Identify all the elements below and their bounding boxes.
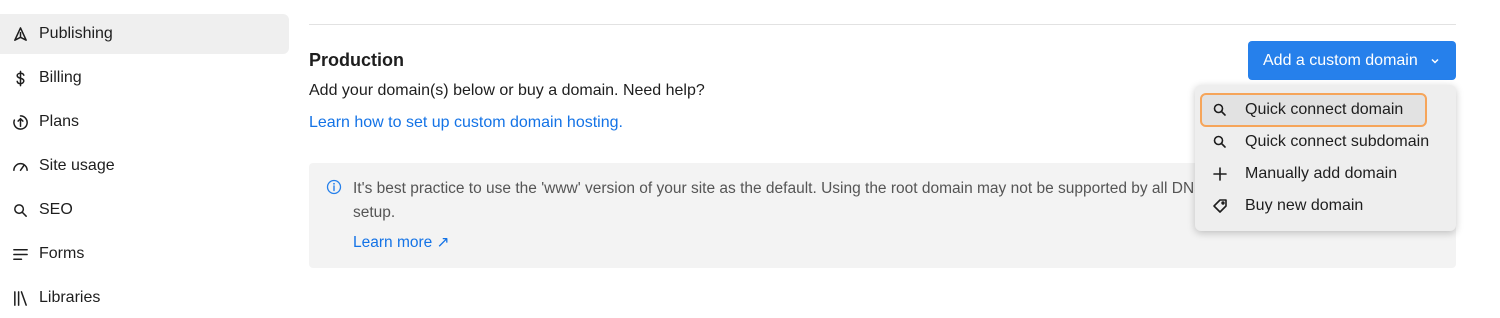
custom-domain-dropdown: Quick connect domain Quick connect subdo… [1195, 85, 1456, 231]
menu-item-quick-connect-domain[interactable]: Quick connect domain [1200, 93, 1427, 127]
custom-domain-help-link[interactable]: Learn how to set up custom domain hostin… [309, 114, 623, 132]
sidebar-item-label: Plans [39, 113, 80, 130]
search-icon [11, 201, 29, 219]
sidebar-item-label: Site usage [39, 157, 115, 174]
info-icon [326, 179, 342, 195]
plans-icon [11, 113, 29, 131]
forms-icon [11, 245, 29, 263]
sidebar-item-label: SEO [39, 201, 73, 218]
production-description: Add your domain(s) below or buy a domain… [309, 82, 705, 99]
chevron-down-icon [1430, 56, 1440, 66]
menu-item-label: Buy new domain [1245, 197, 1364, 214]
gauge-icon [11, 157, 29, 175]
menu-item-label: Quick connect subdomain [1245, 133, 1430, 150]
sidebar-item-billing[interactable]: Billing [0, 58, 289, 98]
menu-item-manually-add-domain[interactable]: Manually add domain [1200, 159, 1451, 189]
sidebar-item-site-usage[interactable]: Site usage [0, 146, 289, 186]
sidebar-item-libraries[interactable]: Libraries [0, 278, 289, 318]
sidebar-item-publishing[interactable]: Publishing [0, 14, 289, 54]
dollar-icon [11, 69, 29, 87]
sidebar-item-forms[interactable]: Forms [0, 234, 289, 274]
plus-icon [1212, 166, 1228, 182]
search-icon [1212, 102, 1228, 118]
learn-more-link[interactable]: Learn more ↗ [353, 233, 450, 252]
add-custom-domain-label: Add a custom domain [1263, 51, 1418, 69]
menu-item-buy-new-domain[interactable]: Buy new domain [1200, 191, 1451, 221]
settings-sidebar: Publishing Billing Plans Site usage SEO … [0, 0, 300, 306]
production-title: Production [309, 50, 404, 70]
menu-item-label: Quick connect domain [1245, 101, 1404, 118]
tag-icon [1212, 198, 1228, 214]
search-icon [1212, 134, 1228, 150]
sidebar-item-label: Libraries [39, 289, 101, 306]
sidebar-item-plans[interactable]: Plans [0, 102, 289, 142]
menu-item-quick-connect-subdomain[interactable]: Quick connect subdomain [1200, 127, 1451, 157]
rocket-icon [11, 25, 29, 43]
sidebar-item-label: Forms [39, 245, 85, 262]
section-divider [309, 24, 1456, 25]
sidebar-item-seo[interactable]: SEO [0, 190, 289, 230]
add-custom-domain-button[interactable]: Add a custom domain [1248, 41, 1456, 80]
sidebar-item-label: Publishing [39, 25, 113, 42]
sidebar-item-label: Billing [39, 69, 82, 86]
libraries-icon [11, 289, 29, 307]
menu-item-label: Manually add domain [1245, 165, 1398, 182]
